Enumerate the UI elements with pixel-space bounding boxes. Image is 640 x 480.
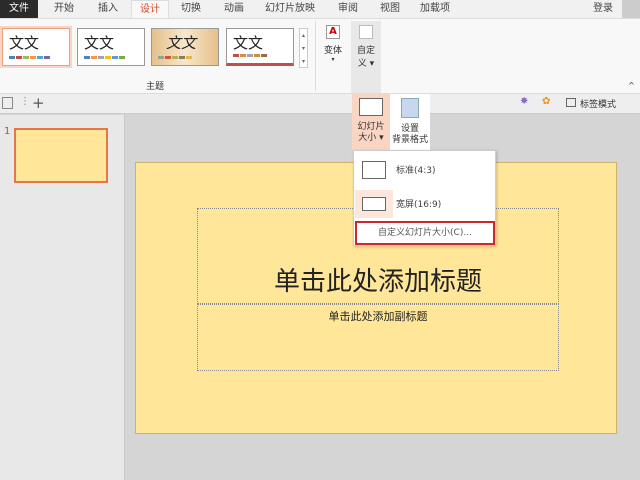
theme-text: 文文 (233, 34, 264, 52)
menu-item-widescreen[interactable]: 宽屏(16:9) (354, 187, 495, 221)
customize-label-2: 义 (357, 59, 367, 69)
theme-text: 文文 (166, 34, 197, 52)
group-label-themes: 主题 (145, 82, 164, 92)
tab-view[interactable]: 视图 (370, 0, 410, 18)
slide-size-button[interactable]: 幻灯片 大小 ▾ (352, 94, 390, 150)
avatar-icon[interactable] (622, 0, 640, 18)
tab-insert[interactable]: 插入 (88, 0, 128, 18)
variants-label: 变体 (323, 46, 342, 56)
tab-addins[interactable]: 加载项 (412, 0, 458, 18)
collapse-ribbon-icon[interactable]: ^ (628, 81, 635, 90)
tab-slideshow[interactable]: 幻灯片放映 (258, 0, 322, 18)
tab-review[interactable]: 审阅 (328, 0, 368, 18)
customize-button[interactable]: 自定义 ▾ (351, 21, 381, 93)
variants-icon: A (326, 25, 340, 39)
format-background-label: 设置 (400, 124, 419, 134)
slide-size-label-2: 大小 (358, 133, 377, 143)
thumbnail-pane: 1 (0, 115, 125, 480)
widescreen-ratio-icon (362, 197, 386, 211)
customize-icon (359, 25, 373, 39)
slide-size-label: 幻灯片 (357, 122, 385, 132)
menu-item-label: 标准(4:3) (396, 166, 436, 176)
secondary-toolbar: ⋮ + ✸ ✿ 标签模式 (0, 94, 640, 114)
theme-text: 文文 (9, 34, 40, 52)
tag-mode-icon (566, 98, 576, 107)
slide-thumbnail[interactable] (14, 128, 108, 183)
ribbon: 文文 文文 文文 文文 ▴ ▾ ▾ 主题 A 变体 ▾ 自定义 ▾ ^ (0, 18, 640, 94)
tab-design[interactable]: 设计 (131, 0, 169, 18)
theme-scroll[interactable]: ▴ ▾ ▾ (299, 28, 308, 68)
theme-2[interactable]: 文文 (77, 28, 145, 66)
title-placeholder-text: 单击此处添加标题 (273, 267, 482, 297)
theme-3[interactable]: 文文 (151, 28, 219, 66)
tab-file[interactable]: 文件 (0, 0, 38, 18)
format-background-label-2: 背景格式 (391, 135, 428, 145)
menu-item-custom-size[interactable]: 自定义幻灯片大小(C)... (355, 221, 495, 245)
theme-1[interactable]: 文文 (2, 28, 70, 66)
new-slide-icon[interactable] (2, 97, 13, 109)
separator-dots: ⋮ (20, 96, 30, 107)
variants-button[interactable]: A 变体 ▾ (318, 21, 348, 73)
customize-label: 自定 (356, 46, 375, 56)
add-icon[interactable]: + (32, 94, 45, 112)
tab-animations[interactable]: 动画 (214, 0, 254, 18)
magic-icon[interactable]: ✸ (520, 96, 528, 107)
standard-ratio-icon (362, 161, 386, 179)
slide-size-icon (359, 98, 383, 116)
tag-mode-button[interactable]: 标签模式 (580, 97, 616, 110)
ribbon-tab-bar: 文件 开始 插入 设计 切换 动画 幻灯片放映 审阅 视图 加载项 登录 (0, 0, 640, 18)
theme-text: 文文 (84, 34, 115, 52)
subtitle-placeholder-text: 单击此处添加副标题 (328, 310, 428, 323)
gear-icon[interactable]: ✿ (542, 96, 550, 107)
menu-item-standard[interactable]: 标准(4:3) (354, 153, 495, 187)
slide-number: 1 (4, 126, 11, 137)
format-background-icon (401, 98, 419, 118)
format-background-button[interactable]: 设置 背景格式 (390, 94, 430, 150)
theme-4[interactable]: 文文 (226, 28, 294, 66)
menu-item-label: 宽屏(16:9) (396, 200, 442, 210)
slide-size-dropdown: 标准(4:3) 宽屏(16:9) 自定义幻灯片大小(C)... (353, 150, 496, 246)
tab-home[interactable]: 开始 (44, 0, 84, 18)
subtitle-placeholder[interactable]: 单击此处添加副标题 (197, 304, 559, 371)
login-link[interactable]: 登录 (588, 0, 618, 18)
tab-transitions[interactable]: 切换 (172, 0, 210, 18)
